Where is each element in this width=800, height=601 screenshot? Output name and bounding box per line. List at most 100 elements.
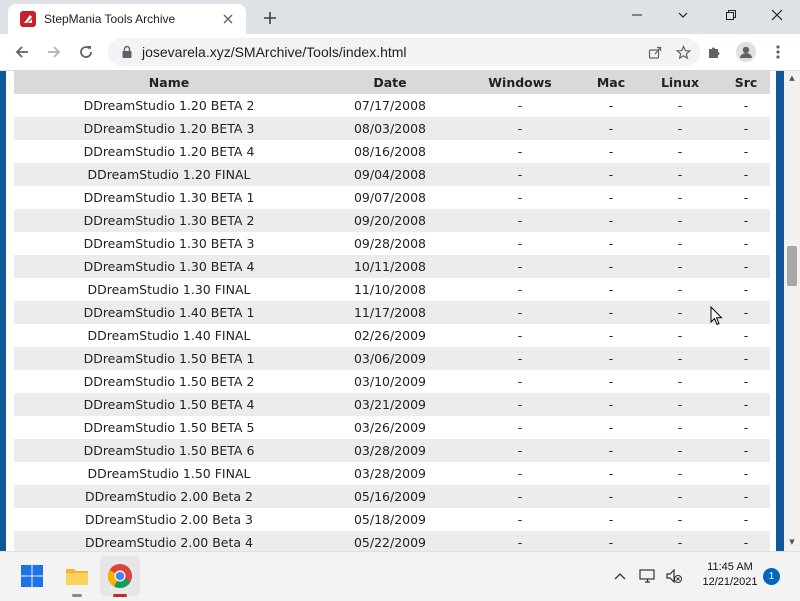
cell-linux: - xyxy=(638,508,722,531)
cell-windows: - xyxy=(456,209,584,232)
cell-linux: - xyxy=(638,94,722,117)
cell-src: - xyxy=(722,439,770,462)
cell-windows: - xyxy=(456,531,584,551)
dropdown-button[interactable] xyxy=(660,0,706,30)
table-row: DDreamStudio 1.20 BETA 3 08/03/2008- - - - xyxy=(14,117,770,140)
cell-name: DDreamStudio 1.50 BETA 4 xyxy=(14,393,324,416)
table-row: DDreamStudio 1.20 BETA 2 07/17/2008- - - - xyxy=(14,94,770,117)
back-arrow-icon xyxy=(15,46,28,58)
tab-title: StepMania Tools Archive xyxy=(44,12,176,26)
profile-button[interactable] xyxy=(734,40,758,64)
forward-button[interactable] xyxy=(42,40,66,64)
cell-mac: - xyxy=(584,393,638,416)
cell-date: 03/21/2009 xyxy=(324,393,456,416)
table-row: DDreamStudio 1.30 BETA 4 10/11/2008- - - - xyxy=(14,255,770,278)
menu-button[interactable] xyxy=(766,40,790,64)
cell-mac: - xyxy=(584,439,638,462)
scroll-up-arrow-icon[interactable]: ▲ xyxy=(784,73,800,83)
cell-src: - xyxy=(722,209,770,232)
minimize-button[interactable] xyxy=(614,0,660,30)
browser-tab[interactable]: StepMania Tools Archive xyxy=(8,4,246,34)
scrollbar-thumb[interactable] xyxy=(787,246,797,286)
cell-linux: - xyxy=(638,117,722,140)
column-header-linux[interactable]: Linux xyxy=(638,71,722,94)
bookmark-star-icon[interactable] xyxy=(672,41,694,63)
table-row: DDreamStudio 1.30 BETA 1 09/07/2008- - - - xyxy=(14,186,770,209)
network-monitor-icon[interactable] xyxy=(638,566,658,586)
scroll-down-arrow-icon[interactable]: ▼ xyxy=(784,537,800,547)
share-icon[interactable] xyxy=(644,41,666,63)
cell-linux: - xyxy=(638,278,722,301)
explorer-indicator xyxy=(72,594,82,597)
file-explorer-icon[interactable] xyxy=(63,562,91,590)
cell-windows: - xyxy=(456,163,584,186)
reload-button[interactable] xyxy=(74,40,98,64)
mouse-cursor-icon xyxy=(710,306,723,326)
cell-name: DDreamStudio 1.50 BETA 1 xyxy=(14,347,324,370)
cell-date: 11/10/2008 xyxy=(324,278,456,301)
cell-windows: - xyxy=(456,117,584,140)
system-clock[interactable]: 11:45 AM 12/21/2021 xyxy=(690,560,770,590)
column-header-windows[interactable]: Windows xyxy=(456,71,584,94)
cell-linux: - xyxy=(638,531,722,551)
cell-windows: - xyxy=(456,393,584,416)
cell-linux: - xyxy=(638,255,722,278)
volume-muted-icon[interactable] xyxy=(664,566,684,586)
cell-src: - xyxy=(722,508,770,531)
cell-name: DDreamStudio 1.50 BETA 6 xyxy=(14,439,324,462)
back-button[interactable] xyxy=(10,40,34,64)
cell-linux: - xyxy=(638,485,722,508)
column-header-src[interactable]: Src xyxy=(722,71,770,94)
cell-mac: - xyxy=(584,324,638,347)
tools-table: Name Date Windows Mac Linux Src DDreamSt… xyxy=(14,71,770,551)
cell-linux: - xyxy=(638,393,722,416)
cell-linux: - xyxy=(638,370,722,393)
cell-date: 05/22/2009 xyxy=(324,531,456,551)
cell-windows: - xyxy=(456,255,584,278)
column-header-mac[interactable]: Mac xyxy=(584,71,638,94)
chrome-icon[interactable] xyxy=(106,562,134,590)
vertical-scrollbar[interactable]: ▲ ▼ xyxy=(784,71,800,551)
taskbar: 11:45 AM 12/21/2021 1 xyxy=(0,551,800,601)
cell-windows: - xyxy=(456,186,584,209)
cell-mac: - xyxy=(584,370,638,393)
clock-time: 11:45 AM xyxy=(707,561,753,573)
cell-name: DDreamStudio 1.20 BETA 3 xyxy=(14,117,324,140)
cell-windows: - xyxy=(456,508,584,531)
table-row: DDreamStudio 1.20 BETA 4 08/16/2008- - - - xyxy=(14,140,770,163)
close-window-button[interactable] xyxy=(754,0,800,30)
table-row: DDreamStudio 1.50 FINAL 03/28/2009- - - - xyxy=(14,462,770,485)
cell-mac: - xyxy=(584,255,638,278)
cell-name: DDreamStudio 1.40 FINAL xyxy=(14,324,324,347)
cell-name: DDreamStudio 1.30 BETA 3 xyxy=(14,232,324,255)
address-bar[interactable]: josevarela.xyz/SMArchive/Tools/index.htm… xyxy=(108,38,700,66)
restore-button[interactable] xyxy=(708,0,754,30)
cell-name: DDreamStudio 1.30 BETA 1 xyxy=(14,186,324,209)
cell-mac: - xyxy=(584,209,638,232)
column-header-date[interactable]: Date xyxy=(324,71,456,94)
cell-mac: - xyxy=(584,347,638,370)
close-icon xyxy=(771,9,783,21)
reload-icon xyxy=(80,46,92,58)
cell-name: DDreamStudio 2.00 Beta 4 xyxy=(14,531,324,551)
table-row: DDreamStudio 1.40 BETA 1 11/17/2008- - - - xyxy=(14,301,770,324)
cell-date: 07/17/2008 xyxy=(324,94,456,117)
cell-src: - xyxy=(722,416,770,439)
tab-close-icon[interactable] xyxy=(220,11,236,27)
tab-strip: StepMania Tools Archive xyxy=(0,0,800,34)
windows-start-icon[interactable] xyxy=(18,562,46,590)
cell-linux: - xyxy=(638,416,722,439)
cell-src: - xyxy=(722,255,770,278)
cell-src: - xyxy=(722,140,770,163)
show-hidden-icons-chevron-up-icon[interactable] xyxy=(610,566,630,586)
cell-mac: - xyxy=(584,301,638,324)
new-tab-button[interactable] xyxy=(258,6,282,30)
notification-badge[interactable]: 1 xyxy=(763,568,780,585)
cell-mac: - xyxy=(584,140,638,163)
column-header-name[interactable]: Name xyxy=(14,71,324,94)
cell-linux: - xyxy=(638,140,722,163)
cell-name: DDreamStudio 1.20 BETA 4 xyxy=(14,140,324,163)
cell-src: - xyxy=(722,393,770,416)
extensions-button[interactable] xyxy=(702,40,726,64)
cell-src: - xyxy=(722,485,770,508)
